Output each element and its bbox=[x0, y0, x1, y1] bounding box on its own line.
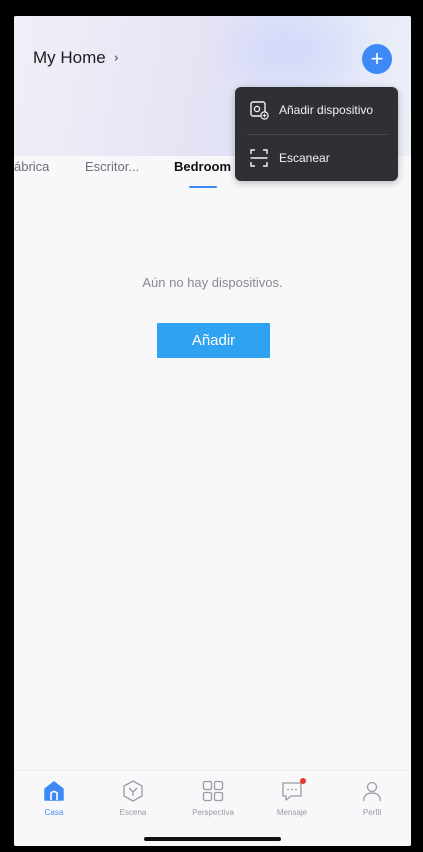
device-frame: My Home › + ábrica Escritor... Bedroom A… bbox=[0, 0, 423, 852]
tabbar-label: Perfil bbox=[362, 808, 382, 817]
tabbar-item-perspectiva[interactable]: Perspectiva bbox=[173, 777, 253, 817]
profile-icon bbox=[358, 777, 386, 805]
add-menu-dropdown: Añadir dispositivo Escanear bbox=[235, 87, 398, 181]
notification-badge bbox=[300, 778, 306, 784]
scene-icon bbox=[119, 777, 147, 805]
tab-escritorio[interactable]: Escritor... bbox=[85, 159, 139, 174]
app-screen: My Home › + ábrica Escritor... Bedroom A… bbox=[14, 16, 411, 846]
message-icon bbox=[278, 777, 306, 805]
tabbar-label: Mensaje bbox=[276, 808, 308, 817]
tabbar-label: Perspectiva bbox=[192, 808, 234, 817]
add-button-plus[interactable]: + bbox=[362, 44, 392, 74]
home-name: My Home bbox=[33, 48, 106, 67]
tabbar-label: Escena bbox=[119, 808, 147, 817]
home-selector[interactable]: My Home › bbox=[33, 48, 119, 68]
menu-item-scan[interactable]: Escanear bbox=[235, 135, 398, 181]
add-device-button[interactable]: Añadir bbox=[157, 323, 270, 358]
add-device-icon bbox=[248, 99, 270, 121]
tabbar-item-escena[interactable]: Escena bbox=[93, 777, 173, 817]
home-icon bbox=[40, 777, 68, 805]
tabbar-item-mensaje[interactable]: Mensaje bbox=[252, 777, 332, 817]
menu-item-add-device[interactable]: Añadir dispositivo bbox=[235, 87, 398, 133]
menu-item-label: Escanear bbox=[279, 151, 330, 165]
grid-icon bbox=[199, 777, 227, 805]
tabbar-item-perfil[interactable]: Perfil bbox=[332, 777, 411, 817]
chevron-right-icon: › bbox=[113, 50, 119, 66]
home-indicator[interactable] bbox=[144, 837, 281, 841]
scan-icon bbox=[248, 147, 270, 169]
tab-bedroom[interactable]: Bedroom bbox=[174, 159, 231, 174]
menu-item-label: Añadir dispositivo bbox=[279, 103, 374, 117]
tabbar-item-casa[interactable]: Casa bbox=[14, 777, 94, 817]
tabbar-label: Casa bbox=[44, 808, 64, 817]
empty-state-message: Aún no hay dispositivos. bbox=[142, 275, 283, 290]
plus-icon: + bbox=[370, 46, 384, 71]
active-tab-indicator bbox=[189, 186, 217, 188]
tab-fabrica[interactable]: ábrica bbox=[14, 159, 49, 174]
bottom-tab-bar: Casa Escena Perspectiva Mensaje Perfil bbox=[14, 770, 411, 846]
